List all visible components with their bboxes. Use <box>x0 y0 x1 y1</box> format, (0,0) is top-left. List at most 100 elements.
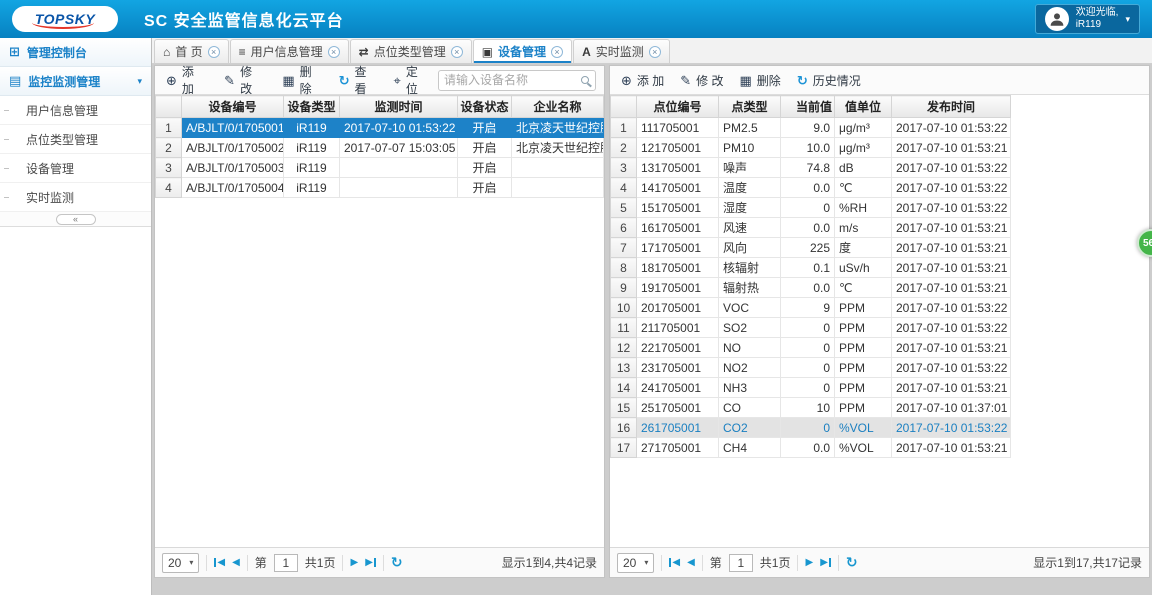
cell[interactable]: 风向 <box>718 237 781 258</box>
cell[interactable]: 2017-07-10 01:53:22 <box>891 197 1011 218</box>
cell[interactable]: PPM <box>834 377 892 398</box>
cell[interactable]: 74.8 <box>780 157 835 178</box>
tab-point-type[interactable]: ⇄ 点位类型管理 × <box>349 39 472 63</box>
cell[interactable]: 0 <box>780 317 835 338</box>
cell[interactable]: 2017-07-10 01:53:22 <box>891 417 1011 438</box>
cell[interactable]: 211705001 <box>636 317 719 338</box>
sidebar-item-user-info[interactable]: 用户信息管理 <box>0 96 151 125</box>
table-row[interactable]: 3 131705001 噪声 74.8 dB 2017-07-10 01:53:22 <box>610 157 1011 178</box>
cell[interactable]: 开启 <box>457 117 512 138</box>
cell[interactable]: 2017-07-10 01:37:01 <box>891 397 1011 418</box>
cell[interactable]: %RH <box>834 197 892 218</box>
next-page-button[interactable]: ▶ <box>350 557 358 568</box>
cell[interactable]: PM10 <box>718 137 781 158</box>
page-size-select[interactable]: 20 ▾ <box>617 552 655 573</box>
cell[interactable]: 2017-07-10 01:53:22 <box>891 157 1011 178</box>
cell[interactable]: 湿度 <box>718 197 781 218</box>
cell[interactable]: 225 <box>780 237 835 258</box>
cell[interactable]: μg/m³ <box>834 137 892 158</box>
sidebar-item-realtime[interactable]: 实时监测 <box>0 183 151 212</box>
cell[interactable]: 0 <box>780 377 835 398</box>
cell[interactable]: CO <box>718 397 781 418</box>
tab-home[interactable]: ⌂ 首 页 × <box>154 39 229 63</box>
next-page-button[interactable]: ▶ <box>805 557 813 568</box>
table-row[interactable]: 1 A/BJLT/0/1705001 iR119 2017-07-10 01:53:2… <box>155 117 604 138</box>
cell[interactable]: 开启 <box>457 157 512 178</box>
table-row[interactable]: 14 241705001 NH3 0 PPM 2017-07-10 01:53:21 <box>610 377 1011 398</box>
cell[interactable]: iR119 <box>283 117 340 138</box>
tab-close-icon[interactable]: × <box>648 45 661 58</box>
cell[interactable]: A/BJLT/0/1705003 <box>181 157 284 178</box>
cell[interactable]: 2017-07-10 01:53:22 <box>891 117 1011 138</box>
cell[interactable]: uSv/h <box>834 257 892 278</box>
refresh-icon[interactable]: ↻ <box>846 554 858 571</box>
cell[interactable]: 2017-07-10 01:53:22 <box>891 297 1011 318</box>
cell[interactable]: 2017-07-10 01:53:21 <box>891 277 1011 298</box>
cell[interactable]: A/BJLT/0/1705004 <box>181 177 284 198</box>
column-header[interactable]: 当前值 <box>780 95 835 118</box>
table-row[interactable]: 1 111705001 PM2.5 9.0 μg/m³ 2017-07-10 01:53:… <box>610 117 1011 138</box>
cell[interactable]: 0 <box>780 357 835 378</box>
tab-close-icon[interactable]: × <box>551 45 564 58</box>
cell[interactable]: 度 <box>834 237 892 258</box>
cell[interactable]: PPM <box>834 357 892 378</box>
cell[interactable]: SO2 <box>718 317 781 338</box>
cell[interactable]: 2017-07-10 01:53:21 <box>891 437 1011 458</box>
column-header[interactable]: 点位编号 <box>636 95 719 118</box>
cell[interactable]: PPM <box>834 317 892 338</box>
cell[interactable]: 271705001 <box>636 437 719 458</box>
cell[interactable]: m/s <box>834 217 892 238</box>
first-page-button[interactable]: ◀ <box>669 557 680 568</box>
user-menu[interactable]: 欢迎光临, iR119 ▾ <box>1034 4 1140 34</box>
search-icon[interactable] <box>581 76 589 84</box>
cell[interactable]: NO <box>718 337 781 358</box>
search-input[interactable] <box>439 73 581 87</box>
cell[interactable]: 151705001 <box>636 197 719 218</box>
tab-close-icon[interactable]: × <box>327 45 340 58</box>
cell[interactable]: μg/m³ <box>834 117 892 138</box>
cell[interactable]: PPM <box>834 337 892 358</box>
table-row[interactable]: 8 181705001 核辐射 0.1 uSv/h 2017-07-10 01:53:21 <box>610 257 1011 278</box>
history-button[interactable]: ↻ 历史情况 <box>790 70 868 91</box>
cell[interactable]: iR119 <box>283 157 340 178</box>
cell[interactable]: 2017-07-10 01:53:21 <box>891 217 1011 238</box>
column-header[interactable]: 设备状态 <box>457 95 512 118</box>
table-row[interactable]: 7 171705001 风向 225 度 2017-07-10 01:53:21 <box>610 237 1011 258</box>
cell[interactable]: PPM <box>834 397 892 418</box>
cell[interactable]: 121705001 <box>636 137 719 158</box>
cell[interactable]: 0.0 <box>780 217 835 238</box>
column-header[interactable]: 设备类型 <box>283 95 340 118</box>
cell[interactable]: dB <box>834 157 892 178</box>
table-row[interactable]: 4 A/BJLT/0/1705004 iR119 开启 <box>155 177 604 198</box>
cell[interactable]: 辐射热 <box>718 277 781 298</box>
cell[interactable]: 2017-07-10 01:53:22 <box>891 357 1011 378</box>
cell[interactable]: %VOL <box>834 437 892 458</box>
cell[interactable]: iR119 <box>283 137 340 158</box>
cell[interactable]: 0 <box>780 417 835 438</box>
page-number-input[interactable]: 1 <box>728 553 753 572</box>
cell[interactable]: 0 <box>780 197 835 218</box>
cell[interactable]: NH3 <box>718 377 781 398</box>
cell[interactable]: NO2 <box>718 357 781 378</box>
locate-button[interactable]: ⌖ 定位 <box>387 61 436 99</box>
table-row[interactable]: 2 121705001 PM10 10.0 μg/m³ 2017-07-10 01:53:… <box>610 137 1011 158</box>
first-page-button[interactable]: ◀ <box>214 557 225 568</box>
cell[interactable]: 181705001 <box>636 257 719 278</box>
table-row[interactable]: 6 161705001 风速 0.0 m/s 2017-07-10 01:53:21 <box>610 217 1011 238</box>
cell[interactable]: 0.1 <box>780 257 835 278</box>
cell[interactable] <box>511 157 604 178</box>
table-row[interactable]: 16 261705001 CO2 0 %VOL 2017-07-10 01:53:22 <box>610 417 1011 438</box>
cell[interactable]: 风速 <box>718 217 781 238</box>
cell[interactable]: ℃ <box>834 277 892 298</box>
cell[interactable]: 开启 <box>457 137 512 158</box>
delete-button[interactable]: ▦ 删除 <box>275 61 329 99</box>
add-button[interactable]: ⊕ 添 加 <box>614 70 671 91</box>
cell[interactable]: 261705001 <box>636 417 719 438</box>
cell[interactable]: 温度 <box>718 177 781 198</box>
cell[interactable]: ℃ <box>834 177 892 198</box>
table-row[interactable]: 2 A/BJLT/0/1705002 iR119 2017-07-07 15:03:0… <box>155 137 604 158</box>
sidebar-section-console[interactable]: ⊞ 管理控制台 <box>0 38 151 67</box>
cell[interactable]: iR119 <box>283 177 340 198</box>
sidebar-section-monitoring[interactable]: ▤ 监控监测管理 ▾ <box>0 67 151 96</box>
add-button[interactable]: ⊕ 添 加 <box>159 61 215 99</box>
